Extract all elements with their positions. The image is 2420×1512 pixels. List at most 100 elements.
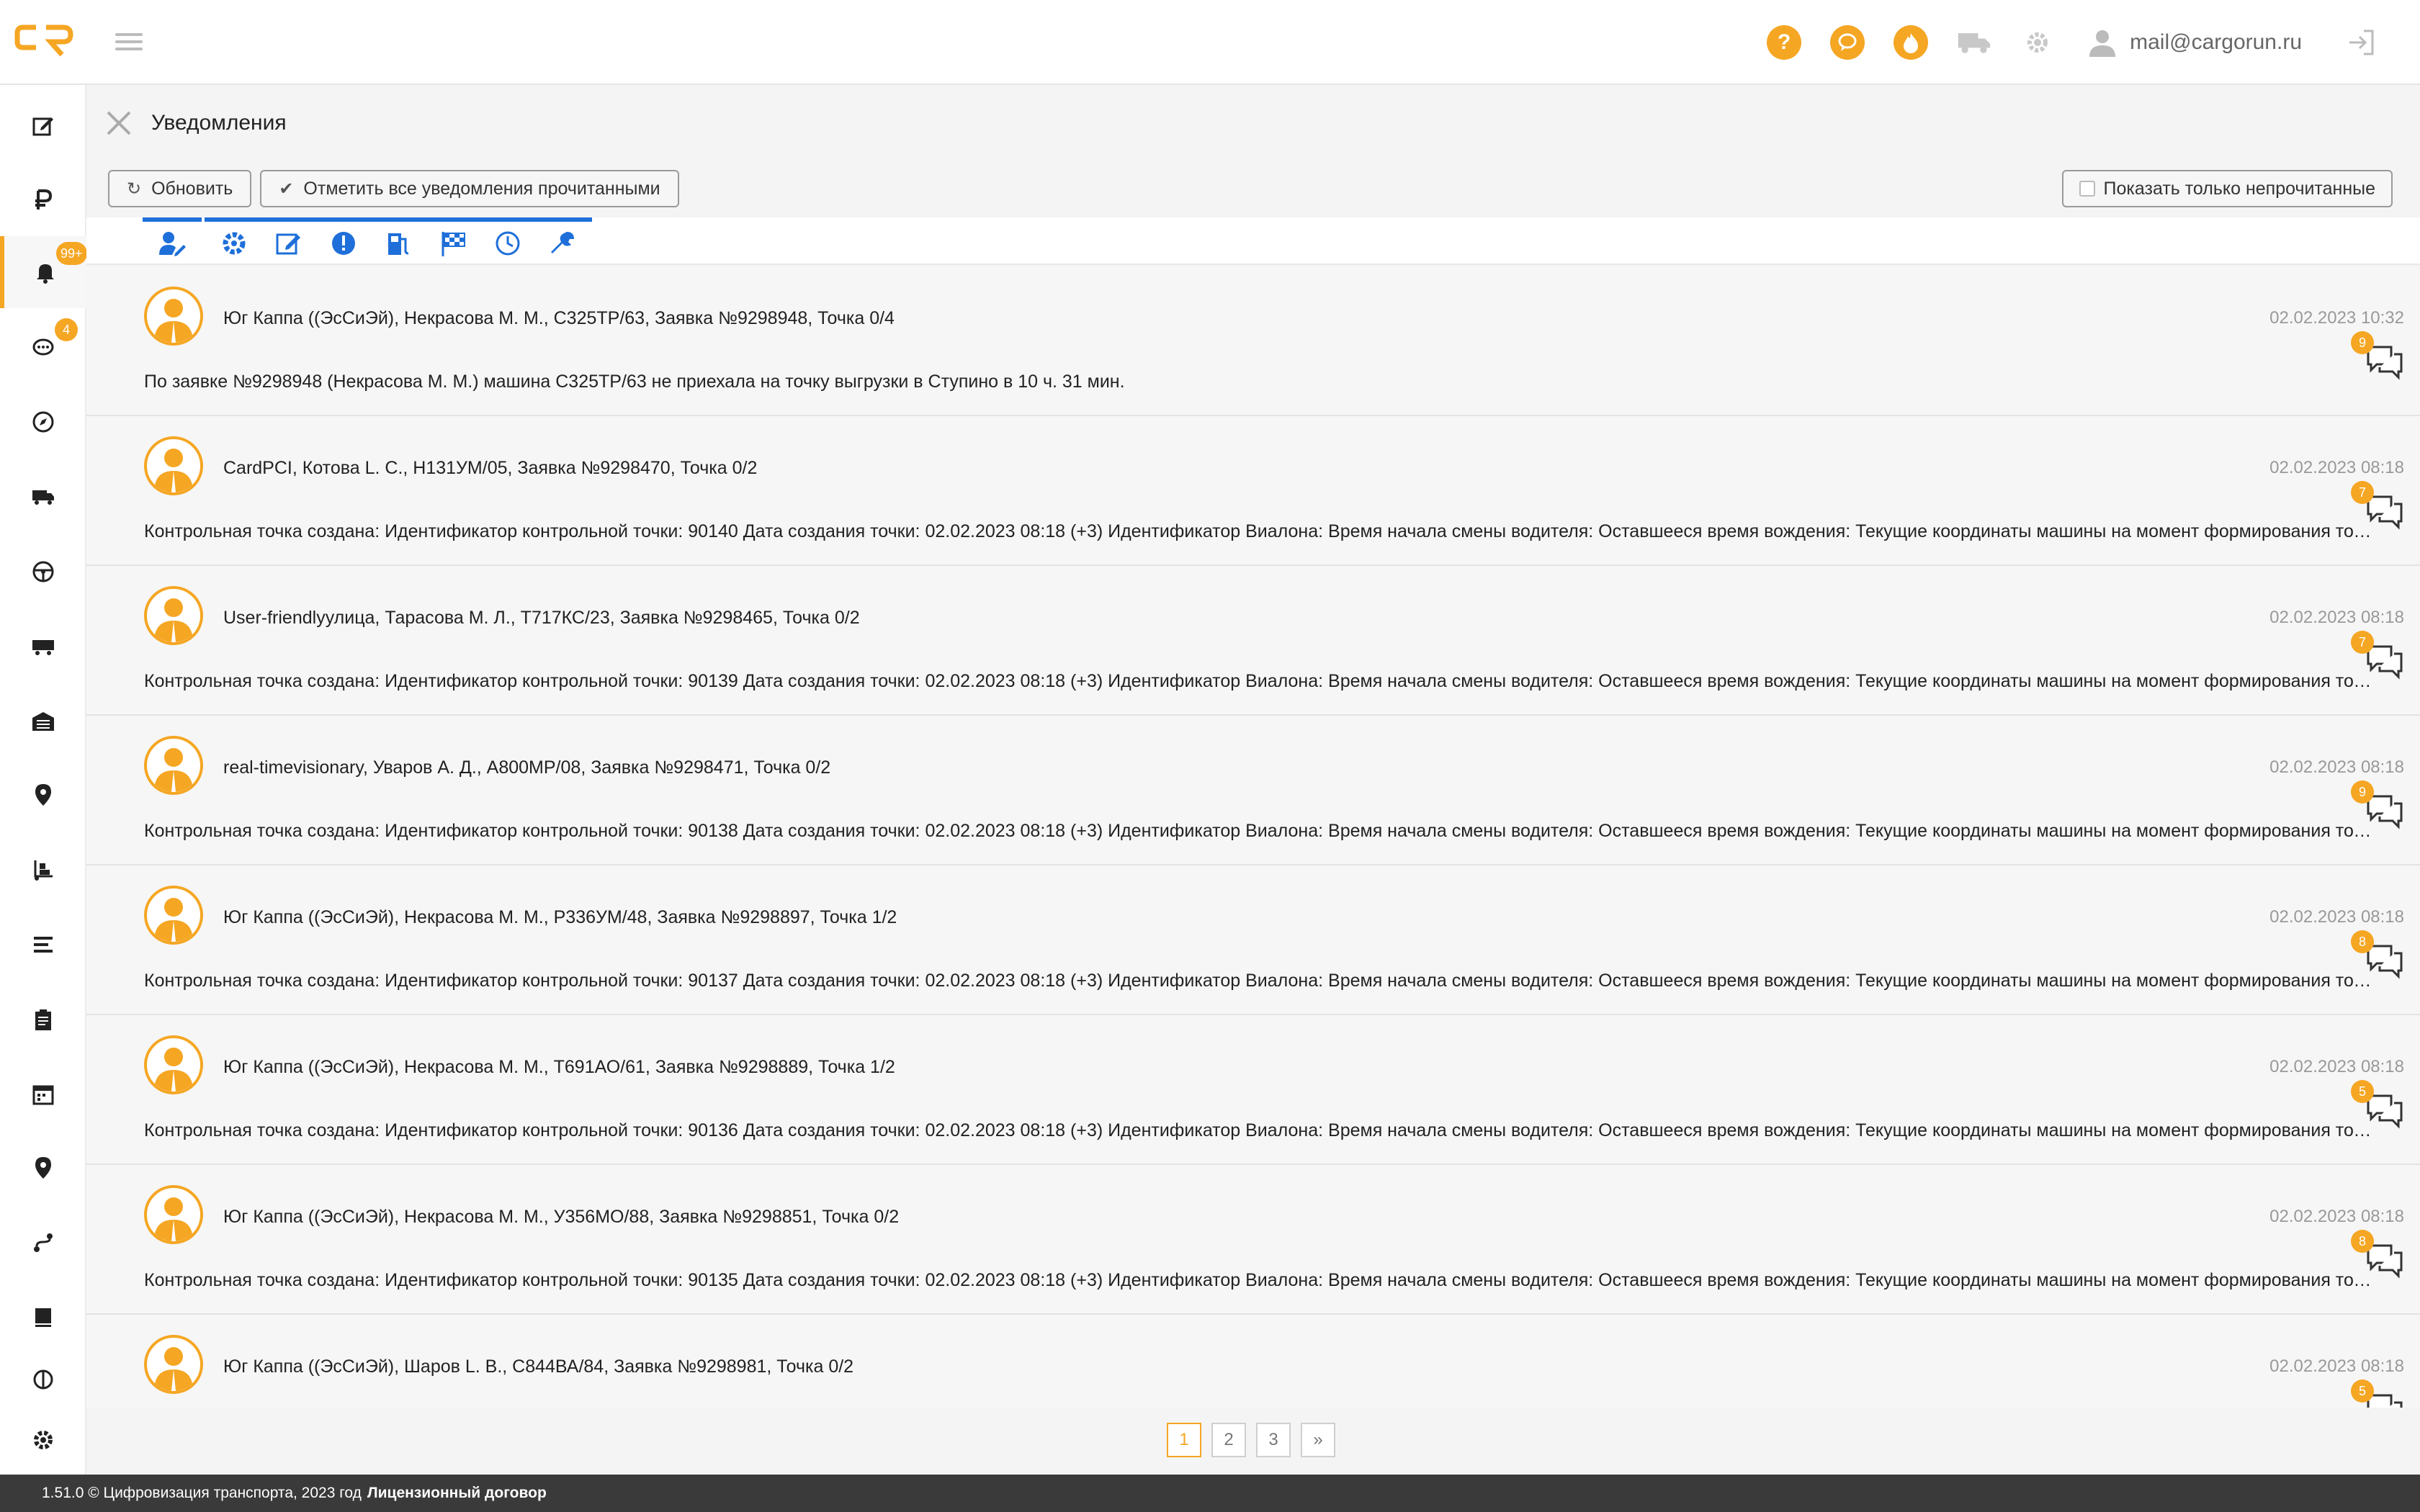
- filter-service[interactable]: [533, 217, 592, 265]
- notification-date: 02.02.2023 08:18: [2269, 907, 2404, 927]
- comments-button[interactable]: 9: [2351, 780, 2406, 829]
- person-icon: [154, 1347, 193, 1391]
- comments-count-badge: 9: [2351, 331, 2374, 354]
- sidebar-item-geo[interactable]: [0, 1132, 86, 1204]
- comments-button[interactable]: 7: [2351, 631, 2406, 680]
- show-unread-only-checkbox[interactable]: Показать только непрочитанные: [2061, 170, 2393, 207]
- filter-edit[interactable]: [259, 217, 318, 265]
- fire-icon[interactable]: [1894, 25, 1929, 60]
- bell-icon: [37, 264, 54, 284]
- sidebar-item-warehouse[interactable]: [0, 685, 86, 757]
- notification-title: Юг Каппа ((ЭсСиЭй), Некрасова М. М., С32…: [223, 308, 895, 328]
- notifications-badge: 99+: [56, 242, 87, 265]
- sidebar-item-reports[interactable]: [0, 984, 86, 1056]
- refresh-button[interactable]: ↻ Обновить: [108, 170, 252, 207]
- checkbox-box[interactable]: [2079, 181, 2095, 197]
- category-filters: [86, 217, 2420, 265]
- sidebar-item-more[interactable]: [0, 1352, 86, 1403]
- truck-icon[interactable]: [1957, 25, 1991, 60]
- settings-gear-icon: [34, 1431, 53, 1449]
- comments-count-badge: 9: [2351, 780, 2374, 804]
- sidebar-item-lists[interactable]: [0, 909, 86, 981]
- comments-button[interactable]: 7: [2351, 481, 2406, 530]
- sidebar-item-trailers[interactable]: [0, 611, 86, 683]
- filter-finish[interactable]: [424, 217, 483, 265]
- notification-item[interactable]: Юг Каппа ((ЭсСиЭй), Некрасова М. М., Р33…: [86, 865, 2420, 1015]
- calendar-icon: [32, 1085, 54, 1105]
- notification-body: Контрольная точка создана: Идентификатор…: [144, 971, 2373, 991]
- avatar: [144, 586, 203, 645]
- sidebar-item-notifications[interactable]: 99+: [0, 236, 87, 308]
- avatar: [144, 287, 203, 346]
- sidebar-item-finance[interactable]: [0, 164, 86, 236]
- notification-item[interactable]: real-timevisionary, Уваров А. Д., А800МР…: [86, 716, 2420, 865]
- cog-icon: [223, 232, 246, 255]
- person-icon: [154, 1048, 193, 1092]
- comments-button[interactable]: 8: [2351, 1230, 2406, 1279]
- sidebar-item-compass[interactable]: [0, 386, 86, 458]
- cargorun-logo[interactable]: [14, 22, 75, 62]
- next-page-button[interactable]: »: [1301, 1423, 1335, 1457]
- sidebar-item-docs[interactable]: [0, 1282, 86, 1354]
- edit-icon: [32, 117, 53, 136]
- notification-date: 02.02.2023 10:32: [2269, 308, 2404, 328]
- clipboard-icon: [35, 1009, 51, 1030]
- page-3-button[interactable]: 3: [1256, 1423, 1291, 1457]
- notification-item[interactable]: Юг Каппа ((ЭсСиЭй), Некрасова М. М., С32…: [86, 266, 2420, 416]
- filter-time[interactable]: [478, 217, 537, 265]
- notification-body: Контрольная точка создана: Идентификатор…: [144, 821, 2373, 841]
- notification-body: Контрольная точка создана: Идентификатор…: [144, 671, 2373, 691]
- user-menu[interactable]: mail@cargorun.ru: [2088, 28, 2302, 57]
- sidebar-item-edit[interactable]: [0, 89, 86, 161]
- page-header: Уведомления: [86, 85, 2420, 161]
- avatar: [144, 886, 203, 945]
- notification-title: real-timevisionary, Уваров А. Д., А800МР…: [223, 757, 831, 778]
- filter-fuel[interactable]: [369, 217, 428, 265]
- check-icon: ✔: [279, 179, 294, 199]
- menu-toggle-icon[interactable]: [115, 29, 143, 56]
- comments-button[interactable]: 8: [2351, 930, 2406, 979]
- sidebar-item-messages[interactable]: 4: [0, 312, 86, 384]
- notification-item[interactable]: Юг Каппа ((ЭсСиЭй), Шаров L. В., С844ВА/…: [86, 1315, 2420, 1408]
- sidebar-item-points[interactable]: [0, 759, 86, 831]
- filter-settings[interactable]: [205, 217, 264, 265]
- notification-date: 02.02.2023 08:18: [2269, 458, 2404, 477]
- sidebar-item-transport[interactable]: [0, 461, 86, 533]
- sidebar-item-routes[interactable]: [0, 1207, 86, 1279]
- notification-item[interactable]: User-friendlyулица, Тарасова М. Л., Т717…: [86, 566, 2420, 716]
- sidebar-settings[interactable]: [0, 1404, 86, 1476]
- sidebar-item-drivers[interactable]: [0, 536, 86, 608]
- mark-all-read-button[interactable]: ✔ Отметить все уведомления прочитанными: [260, 170, 679, 207]
- gear-icon[interactable]: [2020, 25, 2055, 60]
- logout-icon[interactable]: [2345, 27, 2377, 58]
- comments-button[interactable]: 9: [2351, 331, 2406, 380]
- license-link[interactable]: Лицензионный договор: [367, 1485, 547, 1502]
- notification-body: По заявке №9298948 (Некрасова М. М.) маш…: [144, 372, 1125, 392]
- page-1-button[interactable]: 1: [1167, 1423, 1201, 1457]
- page-2-button[interactable]: 2: [1211, 1423, 1246, 1457]
- top-actions: ? mail@cargorun.ru: [1738, 24, 2377, 60]
- notification-title: CardPCI, Котова L. С., Н131УМ/05, Заявка…: [223, 458, 758, 478]
- footer: 1.51.0 © Цифровизация транспорта, 2023 г…: [0, 1475, 2420, 1512]
- close-icon[interactable]: [105, 109, 133, 137]
- notification-date: 02.02.2023 08:18: [2269, 1057, 2404, 1076]
- notification-item[interactable]: Юг Каппа ((ЭсСиЭй), Некрасова М. М., У35…: [86, 1165, 2420, 1315]
- sidebar-item-calendar[interactable]: [0, 1058, 86, 1130]
- user-edit-icon: [159, 232, 186, 256]
- checkered-flag-icon: [442, 232, 465, 256]
- notification-item[interactable]: CardPCI, Котова L. С., Н131УМ/05, Заявка…: [86, 416, 2420, 566]
- sidebar-item-cargo[interactable]: [0, 834, 86, 906]
- comments-button[interactable]: 5: [2351, 1080, 2406, 1129]
- comment-icon: [32, 338, 54, 356]
- chat-bubble-icon[interactable]: [1830, 25, 1865, 60]
- help-icon[interactable]: ?: [1767, 25, 1802, 60]
- filter-alert[interactable]: [314, 217, 373, 265]
- filter-user-edit[interactable]: [143, 217, 202, 265]
- comments-button[interactable]: 5: [2351, 1380, 2406, 1408]
- dolly-icon: [34, 860, 53, 881]
- person-icon: [154, 1197, 193, 1241]
- ruble-icon: [35, 189, 53, 210]
- user-email: mail@cargorun.ru: [2130, 30, 2302, 54]
- notification-item[interactable]: Юг Каппа ((ЭсСиЭй), Некрасова М. М., Т69…: [86, 1015, 2420, 1165]
- page-title: Уведомления: [151, 111, 287, 135]
